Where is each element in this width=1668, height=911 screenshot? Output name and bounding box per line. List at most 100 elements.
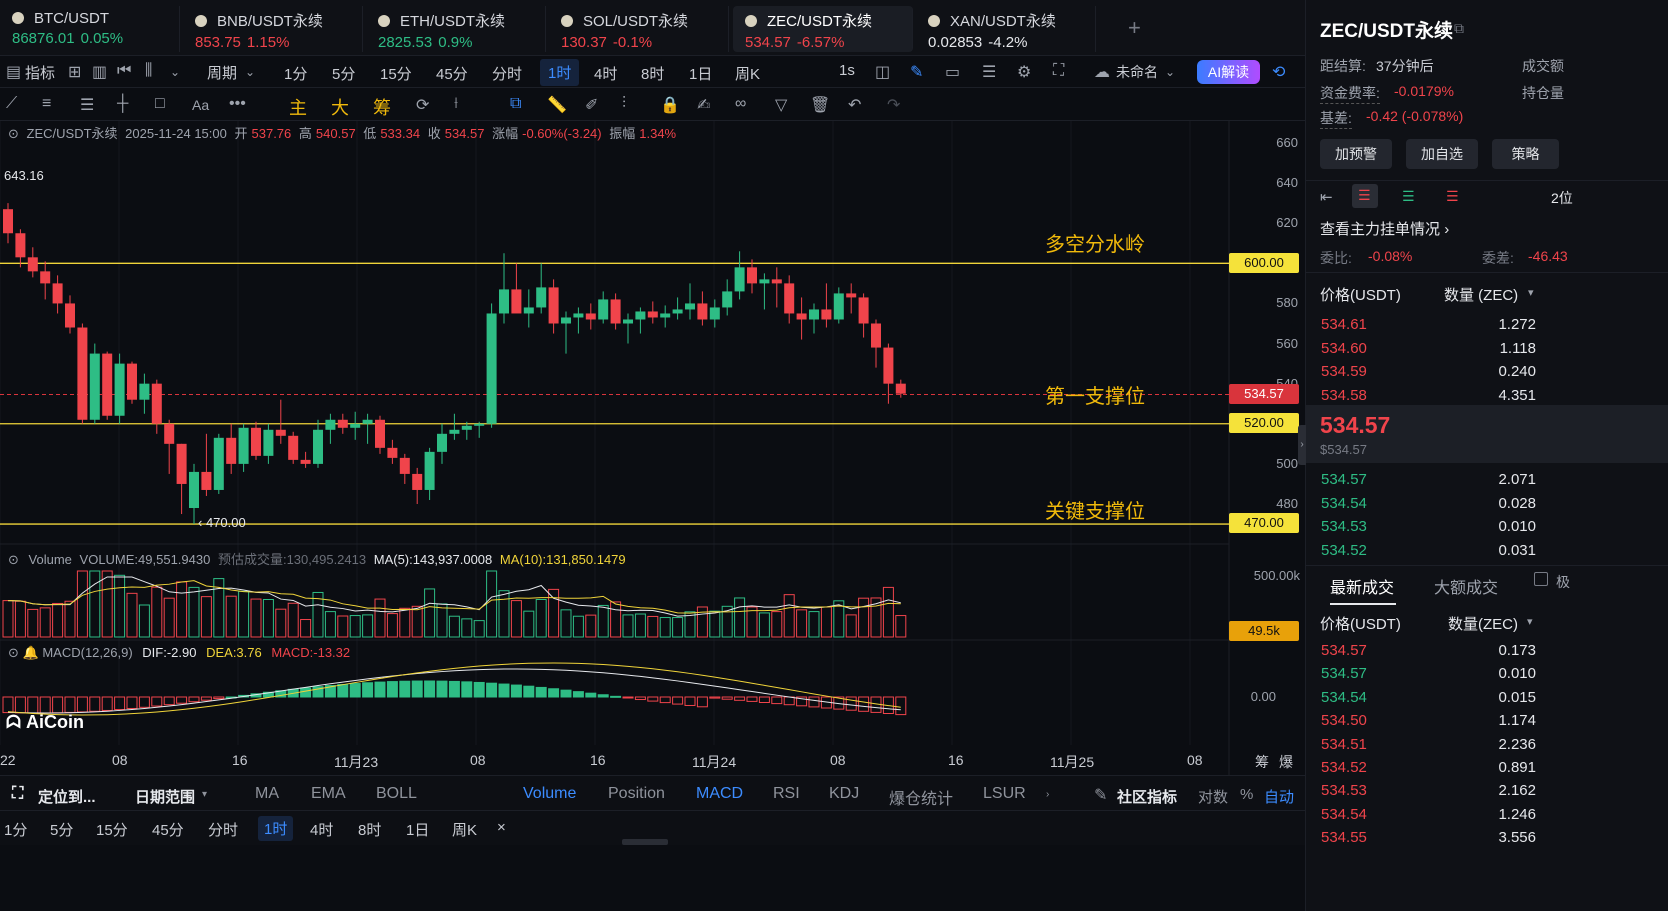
sub-indicator-0[interactable]: Volume — [523, 785, 576, 803]
add-favorite-button[interactable]: 加自选 — [1406, 139, 1478, 169]
filter-icon[interactable]: ▽ — [775, 95, 787, 115]
collapse-icon[interactable]: ⊙ — [8, 645, 19, 660]
gear-icon[interactable]: ⚙ — [1017, 62, 1031, 82]
big-chip-button[interactable]: 大 — [331, 94, 349, 120]
sync-icon[interactable]: ⟳ — [416, 95, 429, 115]
indicators-button[interactable]: 指标 — [25, 62, 55, 83]
ticker-tab[interactable]: BTC/USDT 86876.01 0.05% — [0, 6, 180, 52]
text-tool-icon[interactable]: Aa — [192, 97, 209, 113]
parallel-lines-icon[interactable]: ≡ — [42, 95, 51, 113]
chevron-down-icon[interactable]: ⌄ — [170, 65, 180, 79]
pencil-icon[interactable]: ✎ — [910, 62, 923, 82]
collapse-icon[interactable]: ⊙ — [8, 552, 19, 567]
cross-line-icon[interactable]: ┼ — [117, 95, 128, 113]
more-indicators-icon[interactable]: › — [1046, 789, 1049, 800]
locate-button[interactable]: 定位到... — [38, 786, 96, 807]
interval-1[interactable]: 5分 — [332, 63, 355, 84]
bottom-interval-2[interactable]: 15分 — [96, 819, 128, 840]
bottom-interval-6[interactable]: 4时 — [310, 819, 333, 840]
link-icon[interactable]: ∞ — [735, 95, 746, 113]
auto-scale-button[interactable]: 自动 — [1264, 786, 1294, 807]
share-icon[interactable]: ⟲ — [1272, 62, 1285, 82]
cloud-icon[interactable]: ☁ — [1094, 62, 1110, 82]
ticker-tab[interactable]: BNB/USDT永续 853.75 1.15% — [183, 6, 363, 52]
large-trade-checkbox[interactable] — [1534, 572, 1548, 586]
liquidation-corner-label[interactable]: 爆 — [1279, 752, 1293, 772]
ticker-tab[interactable]: SOL/USDT永续 130.37 -0.1% — [549, 6, 729, 52]
sub-indicator-1[interactable]: Position — [608, 785, 665, 803]
interval-0[interactable]: 1分 — [284, 63, 307, 84]
orderbook-both-icon[interactable]: ⇤ — [1320, 188, 1333, 206]
interval-2[interactable]: 15分 — [380, 63, 412, 84]
fullscreen-icon[interactable]: ⛶ — [1053, 62, 1064, 80]
price-chart[interactable] — [0, 121, 1300, 775]
main-orders-link[interactable]: 查看主力挂单情况 › — [1320, 218, 1449, 239]
trash-icon[interactable]: 🗑 — [810, 95, 830, 115]
bottom-interval-5[interactable]: 1时 — [258, 816, 294, 841]
list-icon[interactable]: ☰ — [982, 62, 996, 82]
chip-corner-label[interactable]: 筹 — [1255, 752, 1269, 772]
bottom-interval-8[interactable]: 1日 — [406, 819, 429, 840]
percent-scale-button[interactable]: % — [1240, 786, 1253, 803]
orderbook-mode-icon[interactable]: ☰ — [1352, 184, 1378, 208]
chevron-down-icon[interactable]: ⌄ — [1165, 65, 1175, 79]
interval-9[interactable]: 周K — [735, 63, 760, 84]
depth-count[interactable]: 2位 — [1551, 188, 1573, 208]
interval-7[interactable]: 8时 — [641, 63, 664, 84]
copy-icon[interactable]: ⧉ — [1454, 20, 1464, 37]
more-tools-icon[interactable]: ••• — [229, 95, 246, 113]
add-alert-button[interactable]: 加预警 — [1320, 139, 1392, 169]
redo-icon[interactable]: ↷ — [887, 95, 900, 115]
ticker-tab[interactable]: XAN/USDT永续 0.02853 -4.2% — [916, 6, 1096, 52]
horizontal-lines-icon[interactable]: ☰ — [80, 95, 94, 115]
chevron-down-icon[interactable]: ▾ — [202, 789, 207, 800]
copy-icon[interactable]: ⧉ — [510, 95, 521, 113]
ticker-tab[interactable]: ETH/USDT永续 2825.53 0.9% — [366, 6, 546, 52]
undo-icon[interactable]: ↶ — [848, 95, 861, 115]
main-indicator-2[interactable]: BOLL — [376, 785, 417, 803]
split-icon[interactable]: ▥ — [92, 62, 107, 82]
bottom-interval-0[interactable]: 1分 — [4, 819, 27, 840]
sub-indicator-3[interactable]: RSI — [773, 785, 800, 803]
log-scale-button[interactable]: 对数 — [1198, 786, 1228, 807]
camera-icon[interactable]: ◫ — [875, 62, 890, 82]
trade-qty-header[interactable]: 数量(ZEC) — [1448, 613, 1518, 634]
main-indicator-1[interactable]: EMA — [311, 785, 346, 803]
edit-list-icon[interactable]: ✍ — [697, 95, 710, 115]
candle-style-icon[interactable]: ⫼ — [145, 62, 152, 80]
bottom-interval-7[interactable]: 8时 — [358, 819, 381, 840]
replay-icon[interactable]: ⏮ — [117, 62, 131, 80]
ruler-icon[interactable]: 📏 — [547, 95, 567, 115]
bottom-interval-9[interactable]: 周K — [452, 819, 477, 840]
chevron-down-icon[interactable]: ▾ — [1527, 615, 1533, 628]
ob-qty-header[interactable]: 数量 (ZEC) — [1444, 284, 1518, 305]
tab-large-trades[interactable]: 大额成交 — [1434, 574, 1498, 598]
ticker-tab[interactable]: ZEC/USDT永续 534.57 -6.57% — [733, 6, 913, 52]
bottom-interval-1[interactable]: 5分 — [50, 819, 73, 840]
comment-icon[interactable]: ▭ — [945, 62, 960, 82]
measure-icon[interactable]: ⟊ — [454, 95, 458, 113]
bottom-interval-4[interactable]: 分时 — [208, 819, 238, 840]
layout-icon[interactable]: ⊞ — [68, 62, 81, 82]
chevron-down-icon[interactable]: ⌄ — [245, 65, 255, 79]
main-chip-button[interactable]: 主 — [289, 94, 307, 120]
seconds-button[interactable]: 1s — [839, 62, 855, 79]
brush-icon[interactable]: ✐ — [585, 95, 598, 115]
community-icon[interactable]: ✎ — [1094, 785, 1107, 805]
magnet-icon[interactable]: ⫶ — [622, 95, 626, 113]
bottom-interval-3[interactable]: 45分 — [152, 819, 184, 840]
tab-latest-trades[interactable]: 最新成交 — [1330, 574, 1394, 598]
orderbook-bids-icon[interactable]: ☰ — [1402, 188, 1415, 205]
orderbook-asks-icon[interactable]: ☰ — [1446, 188, 1459, 205]
trendline-icon[interactable]: ⟋ — [6, 95, 17, 113]
add-tab-icon[interactable]: + — [1128, 15, 1141, 41]
close-icon[interactable]: × — [497, 819, 506, 836]
chevron-down-icon[interactable]: ▾ — [1528, 286, 1534, 299]
template-select[interactable]: 未命名 — [1116, 62, 1158, 82]
interval-5[interactable]: 1时 — [540, 59, 580, 86]
locate-icon[interactable]: ⛶ — [12, 785, 23, 803]
interval-6[interactable]: 4时 — [594, 63, 617, 84]
rectangle-icon[interactable]: □ — [155, 95, 165, 113]
lock-icon[interactable]: 🔒 — [660, 95, 680, 115]
bell-icon[interactable]: 🔔 — [23, 645, 39, 660]
